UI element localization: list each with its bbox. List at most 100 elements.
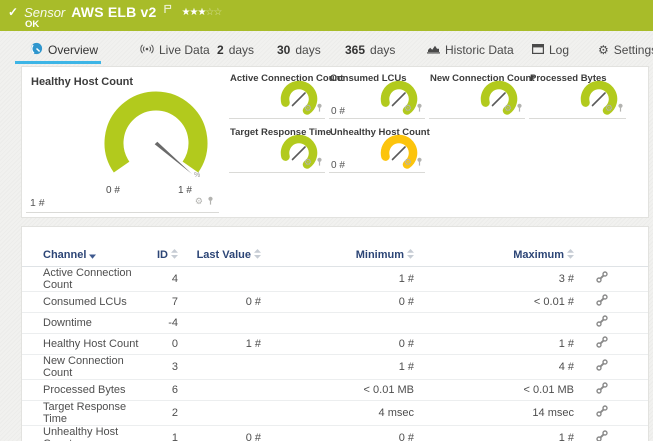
pin-icon[interactable] [516,99,523,117]
column-header-id[interactable]: ID [142,244,178,267]
stars-filled: ★★★ [181,6,207,18]
channel-settings-wrench-icon[interactable] [596,430,608,441]
table-row: Unhealthy Host Count 1 0 # 0 # 1 # [22,425,648,441]
channel-name[interactable]: Downtime [22,312,142,334]
sensor-title: AWS ELB v2 [71,4,157,20]
channel-last-value [178,400,261,426]
column-header-channel[interactable]: Channel [22,244,142,267]
channel-gear-icon[interactable]: ⚙ [404,103,412,113]
channel-name[interactable]: Healthy Host Count [22,333,142,355]
channel-maximum: 4 # [414,354,574,380]
tab-historic-data[interactable]: Historic Data [427,38,514,62]
area-chart-icon [427,43,440,57]
tab-365-days[interactable]: 365 days [345,38,395,62]
tab-settings[interactable]: ⚙ Settings [598,38,653,62]
sort-icon [407,248,414,259]
tab-log[interactable]: Log [532,38,569,62]
channel-gear-icon[interactable]: ⚙ [304,157,312,167]
overview-gauges-card: Healthy Host Count % 0 # 1 # 1 # ⚙ Activ… [21,66,649,218]
object-type-label: Sensor [24,4,66,20]
tab-label: Historic Data [445,43,514,57]
channel-last-value [178,379,261,401]
stars-empty: ☆☆ [205,6,222,18]
table-row: Downtime -4 [22,312,648,334]
pin-icon[interactable] [617,99,624,117]
gauge-panel-unhealthy-host-count: Unhealthy Host Count 0 # ⚙ [329,127,430,173]
tab-2-days[interactable]: 2 days [217,38,254,62]
gauge-panel-target-response-time: Target Response Time ⚙ [229,127,331,173]
table-row: Active Connection Count 4 1 # 3 # [22,266,648,292]
tab-overview[interactable]: Overview [30,38,98,62]
channel-gear-icon[interactable]: ⚙ [504,103,512,113]
column-header-last-value[interactable]: Last Value [178,244,261,267]
channel-name[interactable]: Unhealthy Host Count [22,425,142,441]
gauge-current-value: 0 # [331,106,345,117]
column-header-maximum[interactable]: Maximum [414,244,574,267]
tab-label: days [295,43,321,57]
tab-30-days[interactable]: 30 days [277,38,321,62]
gauge-current-value: 0 # [331,160,345,171]
pin-icon[interactable] [316,99,323,117]
tab-live-data[interactable]: Live Data [140,38,210,62]
tab-number: 2 [217,43,224,57]
channel-maximum: < 0.01 # [414,291,574,313]
gauge-icon [30,42,43,58]
tab-bar: Overview Live Data 2 days 30 days 365 da… [0,38,653,64]
tab-label: Live Data [159,43,210,57]
channel-minimum: 0 # [261,291,414,313]
tab-label: Overview [48,43,99,57]
channel-name[interactable]: New Connection Count [22,354,142,380]
channel-settings-wrench-icon[interactable] [596,315,608,330]
gauge-panel-healthy-host-count: Healthy Host Count % 0 # 1 # 1 # ⚙ [26,73,219,213]
channel-settings-wrench-icon[interactable] [596,405,608,420]
pin-icon[interactable] [316,153,323,171]
gauge-current-value: 1 # [30,197,45,209]
channel-maximum: 1 # [414,425,574,441]
channel-gear-icon[interactable]: ⚙ [605,103,613,113]
channel-name[interactable]: Active Connection Count [22,266,142,292]
primary-gauge [104,91,208,174]
table-header-row: Channel ID Last Value Minimum Maximum [22,244,648,267]
channel-settings-wrench-icon[interactable] [596,271,608,286]
channel-gear-icon[interactable]: ⚙ [404,157,412,167]
channel-last-value: 0 # [178,425,261,441]
status-ok-check-icon: ✓ [8,5,19,19]
priority-stars[interactable]: ★★★☆☆ [181,6,223,18]
channel-name[interactable]: Processed Bytes [22,379,142,401]
channel-minimum: 1 # [261,266,414,292]
channel-settings-wrench-icon[interactable] [596,382,608,397]
channel-last-value [178,354,261,380]
table-row: Healthy Host Count 0 1 # 0 # 1 # [22,333,648,355]
priority-flag-icon[interactable] [163,1,172,19]
channel-last-value: 0 # [178,291,261,313]
channel-settings-wrench-icon[interactable] [596,359,608,374]
column-header-actions [574,244,648,267]
channel-minimum: 0 # [261,333,414,355]
channel-id: 0 [142,333,178,355]
channel-id: -4 [142,312,178,334]
channel-name[interactable]: Target Response Time [22,400,142,426]
channel-settings-wrench-icon[interactable] [596,336,608,351]
channel-minimum: 1 # [261,354,414,380]
status-badge: OK [25,19,40,30]
pin-icon[interactable] [416,99,423,117]
gauge-scale-min: 0 # [106,185,120,196]
gear-icon: ⚙ [598,43,609,57]
channel-id: 2 [142,400,178,426]
pin-icon[interactable] [416,153,423,171]
gauge-panel-new-connection-count: New Connection Count ⚙ [429,73,535,119]
table-row: Target Response Time 2 4 msec 14 msec [22,400,648,426]
channel-maximum: 1 # [414,333,574,355]
log-table-icon [532,43,545,57]
channel-settings-wrench-icon[interactable] [596,294,608,309]
pin-icon[interactable] [207,192,214,210]
sensor-header: ✓ Sensor AWS ELB v2 ★★★☆☆ OK [0,0,653,31]
channel-gear-icon[interactable]: ⚙ [195,196,203,206]
channel-gear-icon[interactable]: ⚙ [304,103,312,113]
column-header-minimum[interactable]: Minimum [261,244,414,267]
gauge-panel-processed-bytes: Processed Bytes ⚙ [529,73,626,119]
tab-label: Settings [613,43,653,57]
channel-id: 7 [142,291,178,313]
sensor-page: ✓ Sensor AWS ELB v2 ★★★☆☆ OK Overview Li… [0,0,653,441]
channel-name[interactable]: Consumed LCUs [22,291,142,313]
